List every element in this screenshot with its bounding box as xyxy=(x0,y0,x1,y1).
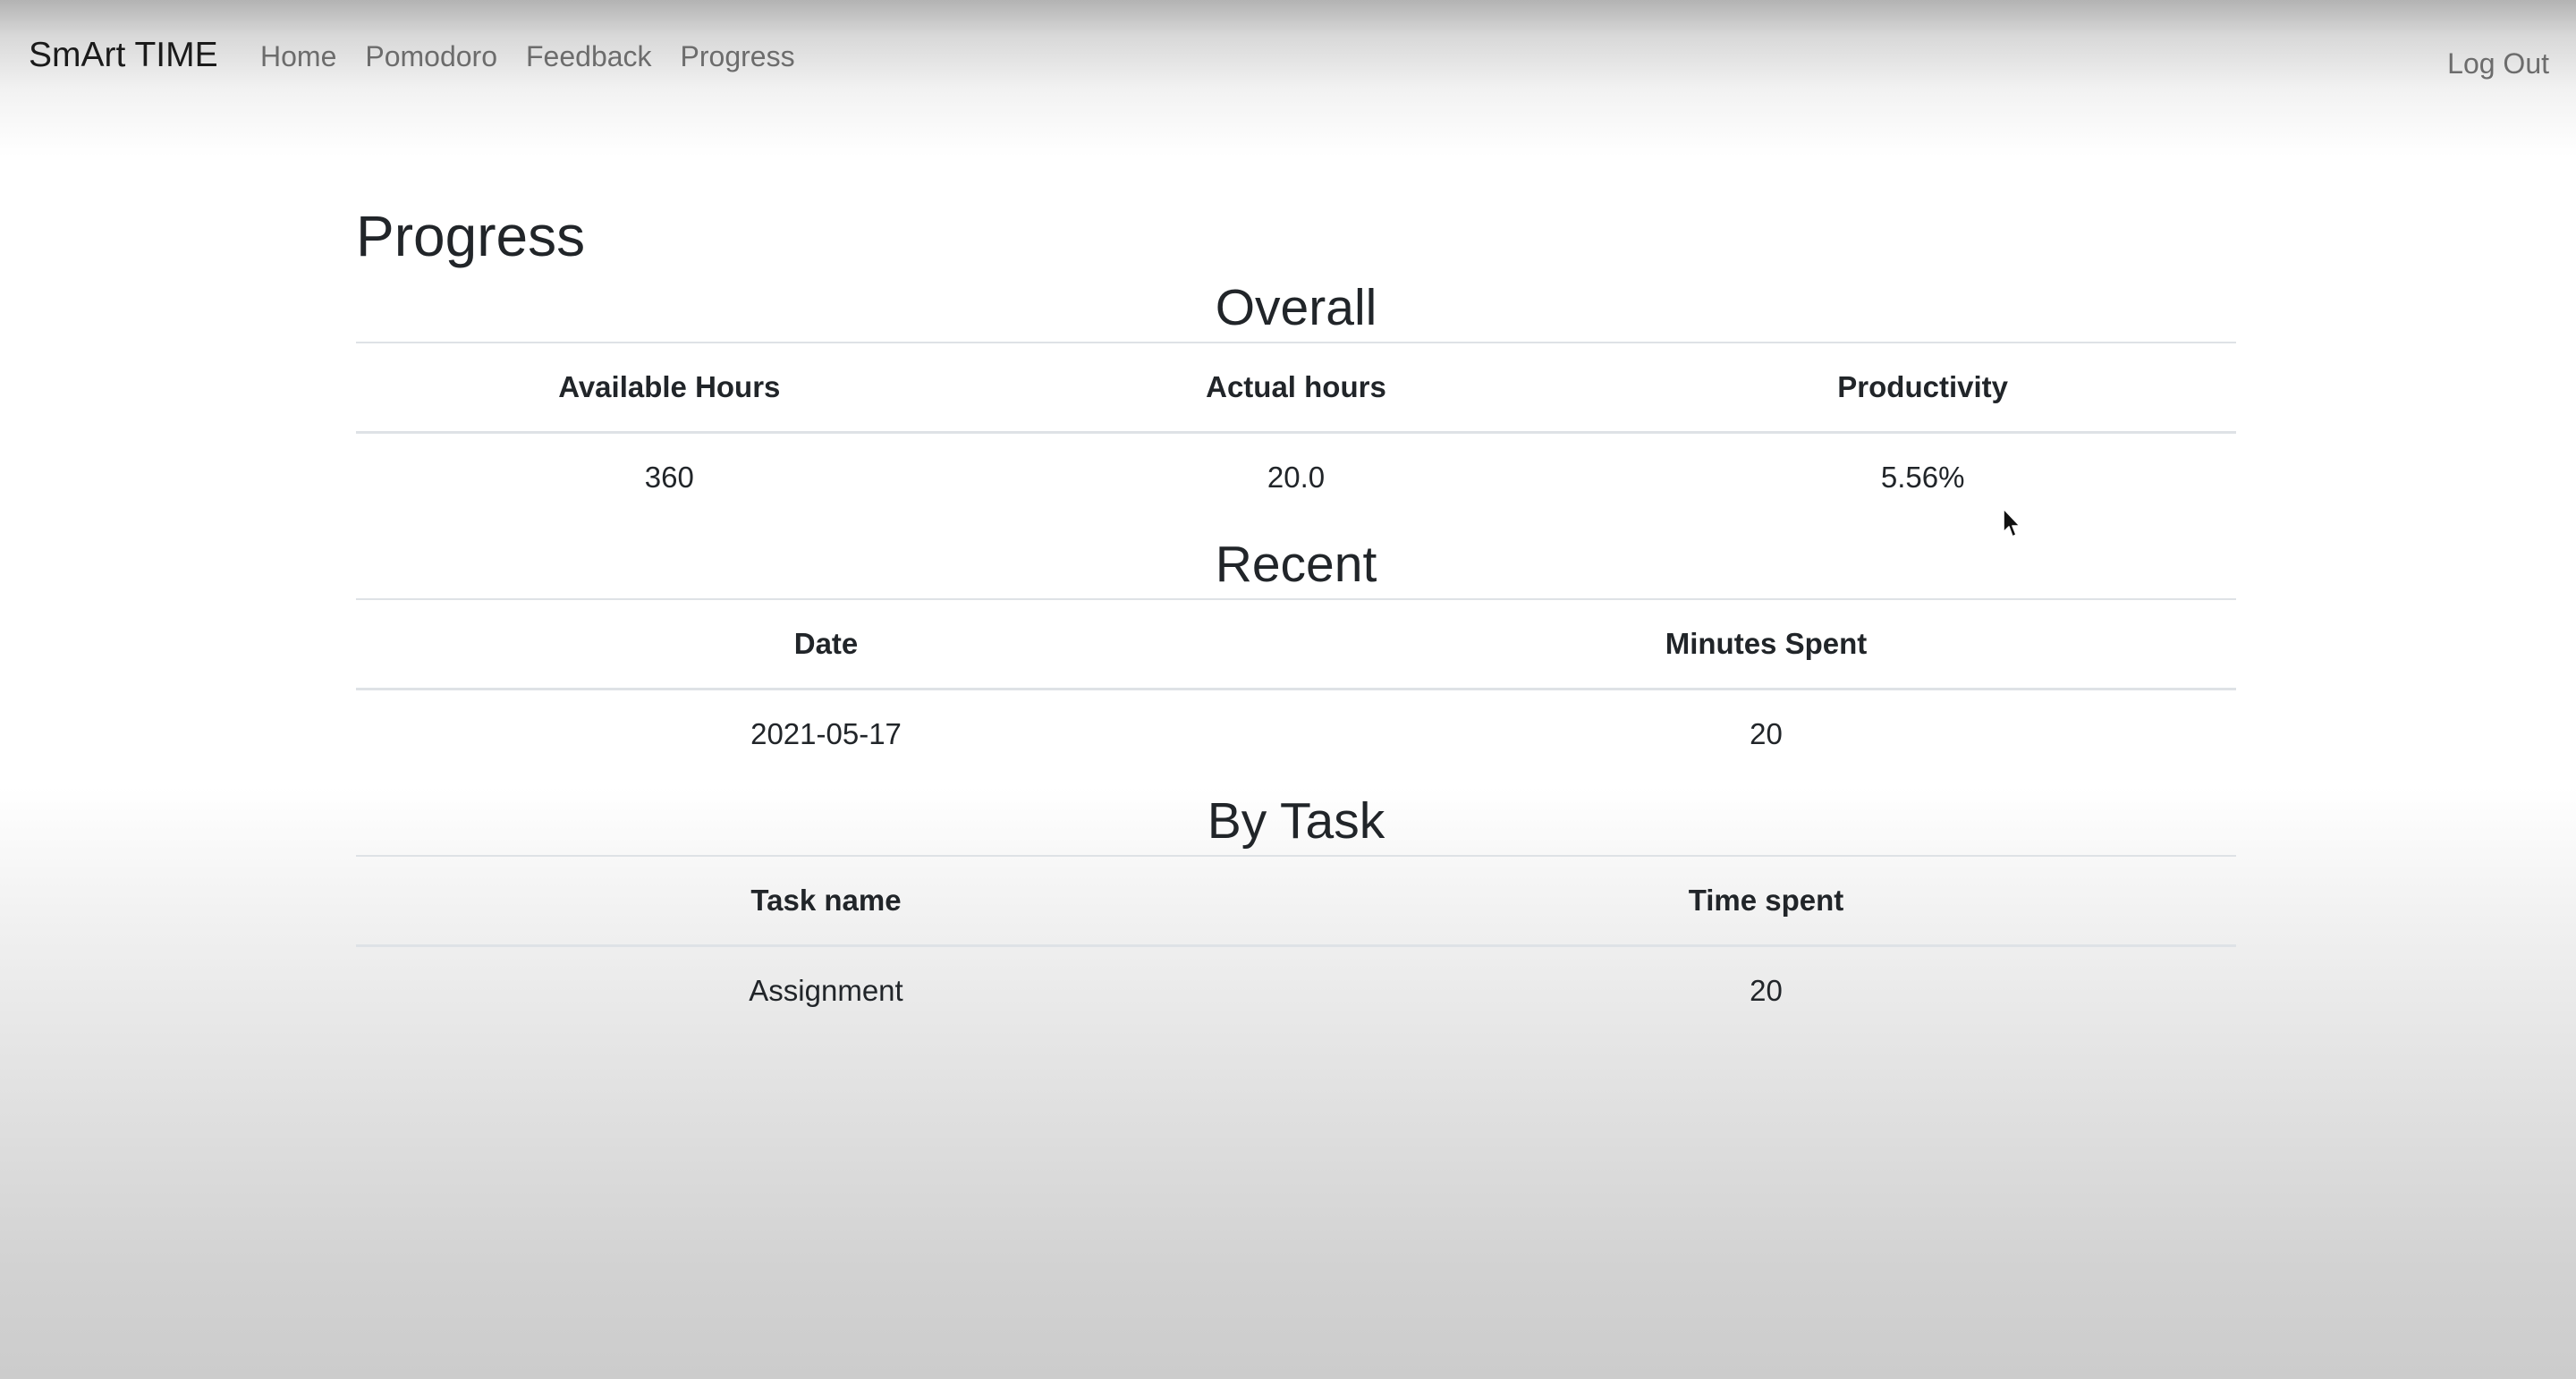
cell-productivity: 5.56% xyxy=(1880,461,1965,494)
column-header-productivity: Productivity xyxy=(1609,342,2236,434)
by-task-table: Task name Time spent Assignment 20 xyxy=(356,855,2236,1035)
cell-date: 2021-05-17 xyxy=(750,717,902,750)
column-header-task-name: Task name xyxy=(356,855,1296,947)
cell-actual-hours: 20.0 xyxy=(1267,461,1326,494)
nav-link-home[interactable]: Home xyxy=(260,40,336,73)
table-header-row: Date Minutes Spent xyxy=(356,598,2236,690)
table-row: 360 20.0 5.56% xyxy=(356,433,2236,522)
top-navbar: SmArt TIME Home Pomodoro Feedback Progre… xyxy=(0,0,2576,116)
nav-link-progress[interactable]: Progress xyxy=(681,40,795,73)
table-row: 2021-05-17 20 xyxy=(356,690,2236,779)
overall-section-title: Overall xyxy=(1215,279,1377,336)
page-title: Progress xyxy=(356,204,586,268)
by-task-section-title: By Task xyxy=(1207,792,1385,850)
main-content: Progress Overall Available Hours Actual … xyxy=(356,199,2236,1035)
column-header-available-hours: Available Hours xyxy=(356,342,983,434)
cell-minutes-spent: 20 xyxy=(1750,717,1783,750)
brand-logo-text[interactable]: SmArt TIME xyxy=(29,32,218,79)
logout-link[interactable]: Log Out xyxy=(2447,41,2549,86)
cell-available-hours: 360 xyxy=(644,461,694,494)
table-header-row: Available Hours Actual hours Productivit… xyxy=(356,342,2236,434)
column-header-minutes-spent: Minutes Spent xyxy=(1296,598,2236,690)
cell-time-spent: 20 xyxy=(1750,974,1783,1007)
column-header-time-spent: Time spent xyxy=(1296,855,2236,947)
table-row: Assignment 20 xyxy=(356,946,2236,1036)
recent-section-title: Recent xyxy=(1215,536,1377,593)
overall-table: Available Hours Actual hours Productivit… xyxy=(356,342,2236,521)
nav-links: Home Pomodoro Feedback Progress xyxy=(260,34,795,79)
mouse-cursor-icon xyxy=(2003,508,2021,537)
cell-task-name: Assignment xyxy=(749,974,903,1007)
nav-link-pomodoro[interactable]: Pomodoro xyxy=(365,40,497,73)
column-header-actual-hours: Actual hours xyxy=(982,342,1610,434)
recent-table: Date Minutes Spent 2021-05-17 20 xyxy=(356,598,2236,778)
nav-link-feedback[interactable]: Feedback xyxy=(526,40,652,73)
table-header-row: Task name Time spent xyxy=(356,855,2236,947)
column-header-date: Date xyxy=(356,598,1296,690)
